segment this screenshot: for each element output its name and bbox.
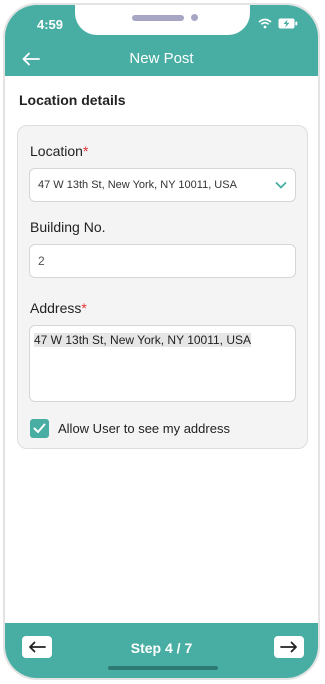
bottom-step-bar: Step 4 / 7 xyxy=(5,623,318,678)
allow-user-checkbox-row[interactable]: Allow User to see my address xyxy=(30,419,230,438)
check-icon xyxy=(33,423,46,433)
location-select-value: 47 W 13th St, New York, NY 10011, USA xyxy=(38,179,237,191)
location-select[interactable]: 47 W 13th St, New York, NY 10011, USA xyxy=(29,168,296,202)
required-mark: * xyxy=(82,143,89,159)
top-app-bar: 4:59 New Post xyxy=(5,5,318,76)
chevron-down-icon xyxy=(275,182,287,189)
wifi-icon xyxy=(258,18,272,29)
arrow-right-icon xyxy=(280,641,297,653)
building-number-field[interactable]: 2 xyxy=(29,244,296,278)
address-label-text: Address xyxy=(30,300,82,316)
allow-user-label: Allow User to see my address xyxy=(58,421,230,436)
status-time: 4:59 xyxy=(37,17,64,32)
allow-user-checkbox[interactable] xyxy=(30,419,49,438)
home-indicator xyxy=(108,666,218,670)
next-step-button[interactable] xyxy=(274,636,304,658)
address-field[interactable]: 47 W 13th St, New York, NY 10011, USA xyxy=(29,325,296,402)
battery-charging-icon xyxy=(278,18,298,29)
front-camera xyxy=(191,14,198,21)
building-label: Building No. xyxy=(30,219,106,235)
section-title: Location details xyxy=(19,92,126,108)
location-label: Location* xyxy=(30,143,88,159)
building-number-value: 2 xyxy=(38,254,45,268)
address-label: Address* xyxy=(30,300,87,316)
page-title: New Post xyxy=(129,50,194,67)
location-form-card: Location* 47 W 13th St, New York, NY 100… xyxy=(17,125,308,449)
step-indicator: Step 4 / 7 xyxy=(130,640,193,656)
status-icons xyxy=(258,18,298,29)
notch xyxy=(75,5,250,35)
location-label-text: Location xyxy=(30,143,83,159)
phone-frame: 4:59 New Post Location details Location* xyxy=(3,3,320,680)
address-value: 47 W 13th St, New York, NY 10011, USA xyxy=(34,333,252,347)
speaker-grill xyxy=(132,15,184,21)
required-mark: * xyxy=(81,300,87,316)
